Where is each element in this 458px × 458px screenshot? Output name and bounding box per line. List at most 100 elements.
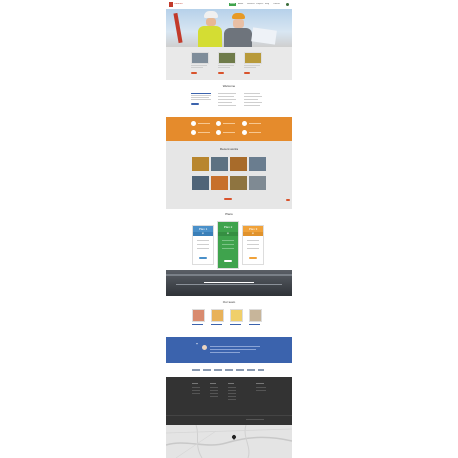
hard-hat-graphic xyxy=(204,11,218,18)
text-line xyxy=(249,132,261,133)
footer-link[interactable] xyxy=(228,387,236,388)
partner-logo[interactable] xyxy=(192,369,200,371)
footer-link[interactable] xyxy=(210,387,218,388)
crane-graphic xyxy=(173,12,183,44)
partner-logo[interactable] xyxy=(247,369,255,371)
quote-icon: “ xyxy=(196,343,198,349)
plan-card: Plan 3 $9 xyxy=(242,225,264,265)
gallery-image[interactable] xyxy=(249,176,266,190)
text-line xyxy=(218,102,232,103)
section-title: Our team xyxy=(222,301,236,304)
plan-card: Plan 2 $9 xyxy=(217,221,239,269)
footer-contact-line xyxy=(256,390,266,391)
text-line xyxy=(244,67,256,68)
team-member-name xyxy=(192,324,203,325)
steel-beam-graphic xyxy=(166,274,292,276)
gallery-image[interactable] xyxy=(211,176,228,190)
worker-body-graphic xyxy=(224,28,252,47)
service-icon xyxy=(191,130,196,135)
nav-item[interactable]: Blog xyxy=(265,3,272,5)
partner-logo[interactable] xyxy=(225,369,233,371)
location-map[interactable] xyxy=(166,424,292,458)
text-line xyxy=(191,99,211,100)
welcome-section: Welcome xyxy=(166,80,292,117)
logo-text[interactable]: Construct xyxy=(174,3,194,6)
testimonial-text-line xyxy=(210,352,240,353)
text-line xyxy=(198,123,210,124)
testimonial-text-line xyxy=(210,346,260,347)
text-line xyxy=(223,123,235,124)
text-line xyxy=(191,67,203,68)
partner-logo[interactable] xyxy=(236,369,244,371)
testimonial-text-line xyxy=(210,349,256,350)
gallery-image[interactable] xyxy=(192,176,209,190)
services-band xyxy=(166,117,292,141)
partner-logo[interactable] xyxy=(203,369,211,371)
plan-select-button[interactable] xyxy=(249,257,257,259)
gallery-image[interactable] xyxy=(211,157,228,171)
plan-card: Plan 1 $5 xyxy=(192,225,214,265)
footer-link[interactable] xyxy=(210,396,218,397)
team-member-photo xyxy=(230,309,243,322)
banner-photo xyxy=(166,270,292,296)
partner-logo[interactable] xyxy=(214,369,222,371)
text-line xyxy=(218,99,236,100)
worker-face-graphic xyxy=(233,19,244,28)
plan-select-button[interactable] xyxy=(224,260,232,262)
footer-link[interactable] xyxy=(210,390,218,391)
feature-row xyxy=(166,47,292,80)
footer-link[interactable] xyxy=(228,393,236,394)
partner-logo[interactable] xyxy=(258,369,264,371)
nav-item[interactable]: About xyxy=(238,3,246,5)
text-line xyxy=(218,93,236,94)
text-line xyxy=(222,248,234,249)
footer-heading xyxy=(192,383,198,384)
read-more-button[interactable] xyxy=(218,72,224,74)
team-member-name xyxy=(230,324,241,325)
text-line xyxy=(244,105,260,106)
text-line xyxy=(191,95,211,96)
search-icon[interactable] xyxy=(286,3,289,6)
logo-icon xyxy=(169,2,173,7)
team-member-name xyxy=(211,324,222,325)
read-more-button[interactable] xyxy=(191,72,197,74)
gallery-image[interactable] xyxy=(249,157,266,171)
text-line xyxy=(222,240,234,241)
footer-link[interactable] xyxy=(210,393,218,394)
feature-image xyxy=(244,52,262,64)
gallery-image[interactable] xyxy=(192,157,209,171)
partners-row xyxy=(166,363,292,377)
team-section: Our team xyxy=(166,296,292,337)
feature-image xyxy=(191,52,209,64)
view-all-button[interactable] xyxy=(224,198,232,200)
plan-select-button[interactable] xyxy=(199,257,207,259)
read-more-button[interactable] xyxy=(244,72,250,74)
nav-item[interactable]: Services xyxy=(247,3,255,5)
footer-link[interactable] xyxy=(228,396,236,397)
nav-item-active[interactable]: Home xyxy=(229,3,236,6)
text-line xyxy=(247,248,259,249)
avatar xyxy=(202,345,207,350)
footer-link[interactable] xyxy=(192,390,200,391)
nav-item[interactable]: Projects xyxy=(256,3,264,5)
text-line xyxy=(244,102,262,103)
footer-link[interactable] xyxy=(228,390,236,391)
footer-link[interactable] xyxy=(192,393,200,394)
gallery-image[interactable] xyxy=(230,157,247,171)
testimonial-band: “ xyxy=(166,337,292,363)
service-icon xyxy=(242,130,247,135)
text-line xyxy=(244,99,258,100)
text-line xyxy=(222,244,234,245)
text-line xyxy=(218,96,234,97)
gallery-image[interactable] xyxy=(230,176,247,190)
footer-contact-line xyxy=(256,387,266,388)
nav-item[interactable]: Contact xyxy=(273,3,282,5)
worker-vest-graphic xyxy=(198,26,222,47)
scroll-top-button[interactable] xyxy=(286,199,290,201)
footer-link[interactable] xyxy=(228,399,236,400)
footer-link[interactable] xyxy=(192,387,200,388)
site-footer xyxy=(166,377,292,425)
team-member-photo xyxy=(249,309,262,322)
recent-works-section: Recent works xyxy=(166,141,292,209)
more-button[interactable] xyxy=(191,103,199,105)
